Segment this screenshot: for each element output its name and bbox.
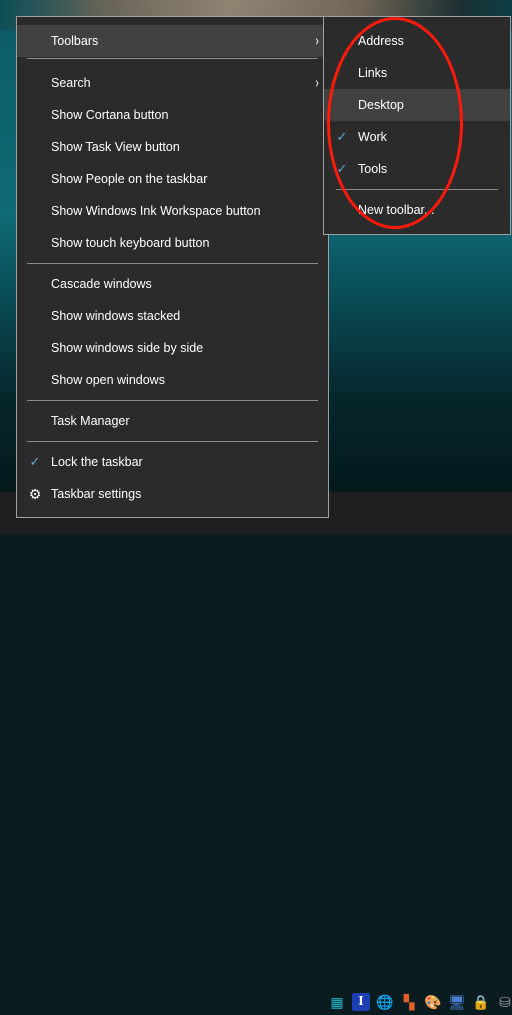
- menu-item-label: Show Windows Ink Workspace button: [51, 204, 261, 218]
- menu-item-show-ink-workspace-button[interactable]: Show Windows Ink Workspace button: [17, 195, 328, 227]
- menu-item-label: Toolbars: [51, 34, 99, 48]
- chevron-right-icon: ›: [314, 73, 319, 92]
- submenu-item-address[interactable]: Address: [324, 25, 510, 57]
- remote-desktop-icon[interactable]: 🖥: [448, 993, 466, 1011]
- disk-drive-icon[interactable]: ⛁: [496, 993, 512, 1011]
- menu-item-label: Show Task View button: [51, 140, 180, 154]
- submenu-item-links[interactable]: Links: [324, 57, 510, 89]
- menu-item-label: Tools: [358, 162, 388, 176]
- menu-item-label: Work: [358, 130, 387, 144]
- menu-item-show-task-view-button[interactable]: Show Task View button: [17, 131, 328, 163]
- server-icon[interactable]: ▦: [328, 993, 346, 1011]
- menu-item-label: Links: [358, 66, 388, 80]
- menu-item-taskbar-settings[interactable]: ⚙ Taskbar settings: [17, 478, 328, 510]
- menu-item-label: Desktop: [358, 98, 404, 112]
- menu-item-cascade-windows[interactable]: Cascade windows: [17, 268, 328, 300]
- taskbar-context-menu: Toolbars › Search › Show Cortana button …: [16, 16, 329, 518]
- checkmark-icon: ✓: [336, 129, 348, 144]
- menu-item-label: Cascade windows: [51, 277, 152, 291]
- menu-item-lock-taskbar[interactable]: ✓ Lock the taskbar: [17, 446, 328, 478]
- menu-item-show-windows-stacked[interactable]: Show windows stacked: [17, 300, 328, 332]
- app-tiles-icon[interactable]: ▚: [400, 993, 418, 1011]
- menu-item-label: Show Cortana button: [51, 108, 169, 122]
- menu-item-show-touch-keyboard-button[interactable]: Show touch keyboard button: [17, 227, 328, 259]
- menu-item-label: Show windows stacked: [51, 309, 181, 323]
- menu-item-show-open-windows[interactable]: Show open windows: [17, 364, 328, 396]
- menu-item-task-manager[interactable]: Task Manager: [17, 405, 328, 437]
- menu-item-label: Show windows side by side: [51, 341, 204, 355]
- menu-item-label: Show touch keyboard button: [51, 236, 210, 250]
- menu-item-show-windows-side-by-side[interactable]: Show windows side by side: [17, 332, 328, 364]
- menu-item-label: Search: [51, 76, 91, 90]
- menu-separator: [27, 400, 318, 401]
- menu-separator: [336, 189, 498, 190]
- menu-item-label: New toolbar...: [358, 203, 435, 217]
- menu-separator: [27, 58, 318, 59]
- menu-item-toolbars[interactable]: Toolbars ›: [17, 25, 328, 57]
- chevron-right-icon: ›: [314, 31, 319, 50]
- menu-separator: [27, 263, 318, 264]
- gear-icon: ⚙: [28, 486, 42, 502]
- submenu-item-work[interactable]: ✓ Work: [324, 121, 510, 153]
- submenu-item-tools[interactable]: ✓ Tools: [324, 153, 510, 185]
- text-tool-icon[interactable]: I: [352, 993, 370, 1011]
- network-globe-icon[interactable]: 🌐: [376, 993, 394, 1011]
- menu-item-label: Lock the taskbar: [51, 455, 143, 469]
- submenu-item-desktop[interactable]: Desktop: [324, 89, 510, 121]
- secure-notes-icon[interactable]: 🔒: [472, 993, 490, 1011]
- system-tray: ▦ I 🌐 ▚ 🎨 🖥 🔒 ⛁: [328, 989, 512, 1015]
- checkmark-icon: ✓: [336, 161, 348, 176]
- menu-item-search[interactable]: Search ›: [17, 67, 328, 99]
- menu-item-label: Address: [358, 34, 404, 48]
- menu-item-label: Show People on the taskbar: [51, 172, 208, 186]
- checkmark-icon: ✓: [29, 454, 41, 469]
- menu-item-label: Show open windows: [51, 373, 165, 387]
- menu-item-label: Taskbar settings: [51, 487, 142, 501]
- menu-separator: [27, 441, 318, 442]
- menu-item-label: Task Manager: [51, 414, 130, 428]
- submenu-item-new-toolbar[interactable]: New toolbar...: [324, 194, 510, 226]
- menu-item-show-cortana-button[interactable]: Show Cortana button: [17, 99, 328, 131]
- menu-item-show-people[interactable]: Show People on the taskbar: [17, 163, 328, 195]
- paint-palette-icon[interactable]: 🎨: [424, 993, 442, 1011]
- toolbars-submenu: Address Links Desktop ✓ Work ✓ Tools New…: [323, 16, 511, 235]
